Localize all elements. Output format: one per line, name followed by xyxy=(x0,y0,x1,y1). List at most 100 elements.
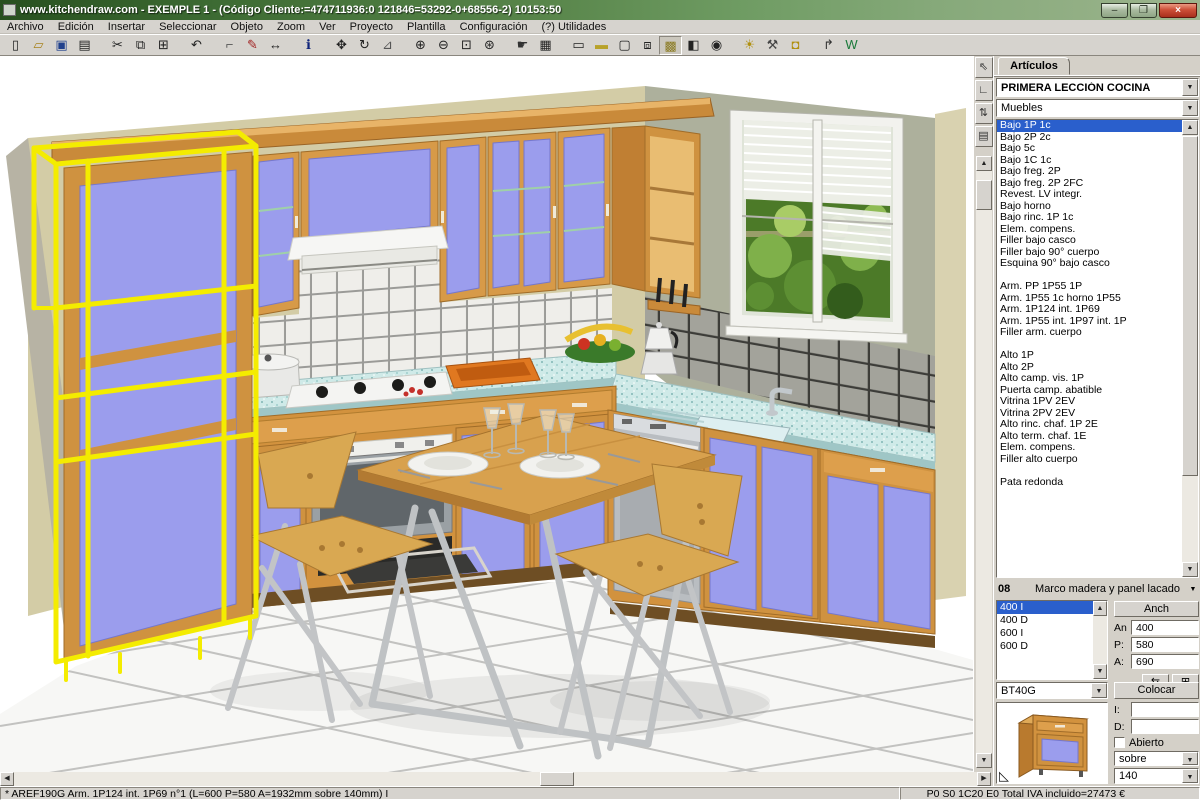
menu-archivo[interactable]: Archivo xyxy=(0,20,51,34)
rotate-icon[interactable]: ↻ xyxy=(353,36,376,55)
mirror-icon[interactable]: ⊿ xyxy=(376,36,399,55)
render-icon[interactable]: ◧ xyxy=(682,36,705,55)
list-item[interactable]: Pata redonda xyxy=(997,477,1182,489)
list-item[interactable]: Esquina 90° bajo casco xyxy=(997,258,1182,270)
maximize-button[interactable]: ❐ xyxy=(1130,3,1157,18)
minimize-button[interactable]: – xyxy=(1101,3,1128,18)
list-item[interactable]: Filler arm. cuerpo xyxy=(997,327,1182,339)
cut-icon[interactable]: ✂ xyxy=(106,36,129,55)
list-item[interactable]: Bajo 1P 1c xyxy=(997,120,1182,132)
list-item[interactable]: Bajo 5c xyxy=(997,143,1182,155)
chevron-down-icon[interactable]: ▼ xyxy=(1182,769,1198,783)
menu-edicion[interactable]: Edición xyxy=(51,20,101,34)
chevron-down-icon[interactable]: ▼ xyxy=(1182,79,1198,96)
menu-ver[interactable]: Ver xyxy=(312,20,343,34)
meter-icon[interactable]: ◘ xyxy=(784,36,807,55)
hidden-line-view-icon[interactable]: ▢ xyxy=(613,36,636,55)
scroll-down-button[interactable]: ▼ xyxy=(1093,664,1107,679)
scroll-right-button[interactable]: ▶ xyxy=(977,772,991,786)
chevron-down-icon[interactable]: ▼ xyxy=(1182,100,1198,116)
wall-elbow-icon[interactable]: ⌐ xyxy=(218,36,241,55)
wireframe-view-icon[interactable]: ▭ xyxy=(567,36,590,55)
vertical-scroll-thumb[interactable] xyxy=(1182,136,1198,476)
copy-icon[interactable]: ⧉ xyxy=(129,36,152,55)
horizontal-scroll-thumb[interactable] xyxy=(540,772,574,786)
dimension-icon[interactable]: ↔ xyxy=(264,36,287,55)
scroll-down-button[interactable]: ▼ xyxy=(976,753,992,768)
menu-proyecto[interactable]: Proyecto xyxy=(343,20,400,34)
close-button[interactable]: × xyxy=(1159,3,1197,18)
paste-icon[interactable]: ⊞ xyxy=(152,36,175,55)
list-item[interactable]: Alto 1P xyxy=(997,350,1182,362)
pan-hand-icon[interactable]: ☛ xyxy=(511,36,534,55)
chevron-down-icon[interactable]: ▼ xyxy=(1182,752,1198,765)
sort-icon[interactable]: ⇅ xyxy=(975,103,993,124)
menu-insertar[interactable]: Insertar xyxy=(101,20,152,34)
scroll-up-button[interactable]: ▲ xyxy=(976,156,992,171)
menu-plantilla[interactable]: Plantilla xyxy=(400,20,453,34)
shaded-view-icon[interactable]: ⧈ xyxy=(636,36,659,55)
plinth-select[interactable]: 140 ▼ xyxy=(1114,768,1199,784)
variant-item[interactable]: 400 D xyxy=(997,614,1093,627)
list-item[interactable] xyxy=(997,465,1182,477)
copy-doc-icon[interactable]: ▤ xyxy=(975,126,993,147)
list-item[interactable]: Filler alto cuerpo xyxy=(997,454,1182,466)
open-folder-icon[interactable]: ▱ xyxy=(27,36,50,55)
list-item[interactable]: Bajo rinc. 1P 1c xyxy=(997,212,1182,224)
zoom-window-icon[interactable]: ⊡ xyxy=(455,36,478,55)
category-select[interactable]: Muebles ▼ xyxy=(996,99,1199,117)
sku-select[interactable]: BT40G ▼ xyxy=(996,682,1108,699)
print-icon[interactable]: ▤ xyxy=(73,36,96,55)
photo-icon[interactable]: ◉ xyxy=(705,36,728,55)
menu-zoom[interactable]: Zoom xyxy=(270,20,312,34)
list-item[interactable]: Filler bajo casco xyxy=(997,235,1182,247)
3d-view-canvas[interactable] xyxy=(0,56,973,772)
right-hand-input[interactable] xyxy=(1131,719,1199,734)
catalog-select[interactable]: PRIMERA LECCIÓN COCINA ▼ xyxy=(996,78,1199,97)
zoom-in-icon[interactable]: ⊕ xyxy=(409,36,432,55)
tools-icon[interactable]: ⚒ xyxy=(761,36,784,55)
chevron-down-icon[interactable]: ▼ xyxy=(1185,586,1200,593)
variant-item[interactable]: 400 I xyxy=(997,601,1093,614)
height-input[interactable]: 690 xyxy=(1131,654,1199,669)
elevation-view-icon[interactable]: ▦ xyxy=(534,36,557,55)
solid-view-icon[interactable]: ▬ xyxy=(590,36,613,55)
select-arrow-icon[interactable]: ⇖ xyxy=(975,57,993,78)
zoom-out-icon[interactable]: ⊖ xyxy=(432,36,455,55)
menu-utilidades[interactable]: (?) Utilidades xyxy=(534,20,613,34)
list-item[interactable]: Revest. LV integr. xyxy=(997,189,1182,201)
menu-objeto[interactable]: Objeto xyxy=(224,20,270,34)
list-item[interactable]: Vitrina 1PV 2EV xyxy=(997,396,1182,408)
list-item[interactable]: Alto rinc. chaf. 1P 2E xyxy=(997,419,1182,431)
depth-input[interactable]: 580 xyxy=(1131,637,1199,652)
scroll-left-button[interactable]: ◀ xyxy=(0,772,14,786)
zoom-extents-icon[interactable]: ⊛ xyxy=(478,36,501,55)
width-input[interactable]: 400 xyxy=(1131,620,1199,635)
perspective-view-icon[interactable]: ▩ xyxy=(659,36,682,55)
menu-configuracion[interactable]: Configuración xyxy=(453,20,535,34)
variant-item[interactable]: 600 D xyxy=(997,640,1093,653)
anch-button[interactable]: Anch xyxy=(1114,601,1199,617)
chevron-down-icon[interactable]: ▼ xyxy=(1091,683,1107,698)
vertical-scroll-thumb[interactable] xyxy=(976,180,992,210)
menu-seleccionar[interactable]: Seleccionar xyxy=(152,20,223,34)
tab-articulos[interactable]: Artículos xyxy=(998,57,1070,75)
list-item[interactable]: Arm. 1P124 int. 1P69 xyxy=(997,304,1182,316)
paint-icon[interactable]: ✎ xyxy=(241,36,264,55)
scroll-up-button[interactable]: ▲ xyxy=(1093,601,1107,616)
variant-item[interactable]: 600 I xyxy=(997,627,1093,640)
move-icon[interactable]: ✥ xyxy=(330,36,353,55)
new-document-icon[interactable]: ▯ xyxy=(4,36,27,55)
colocar-button[interactable]: Colocar xyxy=(1114,682,1199,699)
path-icon[interactable]: ↱ xyxy=(817,36,840,55)
mount-select[interactable]: sobre ▼ xyxy=(1114,751,1199,766)
scroll-down-button[interactable]: ▼ xyxy=(1182,562,1198,577)
save-icon[interactable]: ▣ xyxy=(50,36,73,55)
level-icon[interactable]: ∟ xyxy=(975,80,993,101)
lighting-icon[interactable]: ☀ xyxy=(738,36,761,55)
list-item[interactable]: Bajo freg. 2P xyxy=(997,166,1182,178)
open-checkbox[interactable] xyxy=(1114,737,1125,748)
left-hand-input[interactable] xyxy=(1131,702,1199,717)
list-item[interactable]: Arm. PP 1P55 1P xyxy=(997,281,1182,293)
model-select-value[interactable]: Marco madera y panel lacado xyxy=(1030,583,1185,595)
